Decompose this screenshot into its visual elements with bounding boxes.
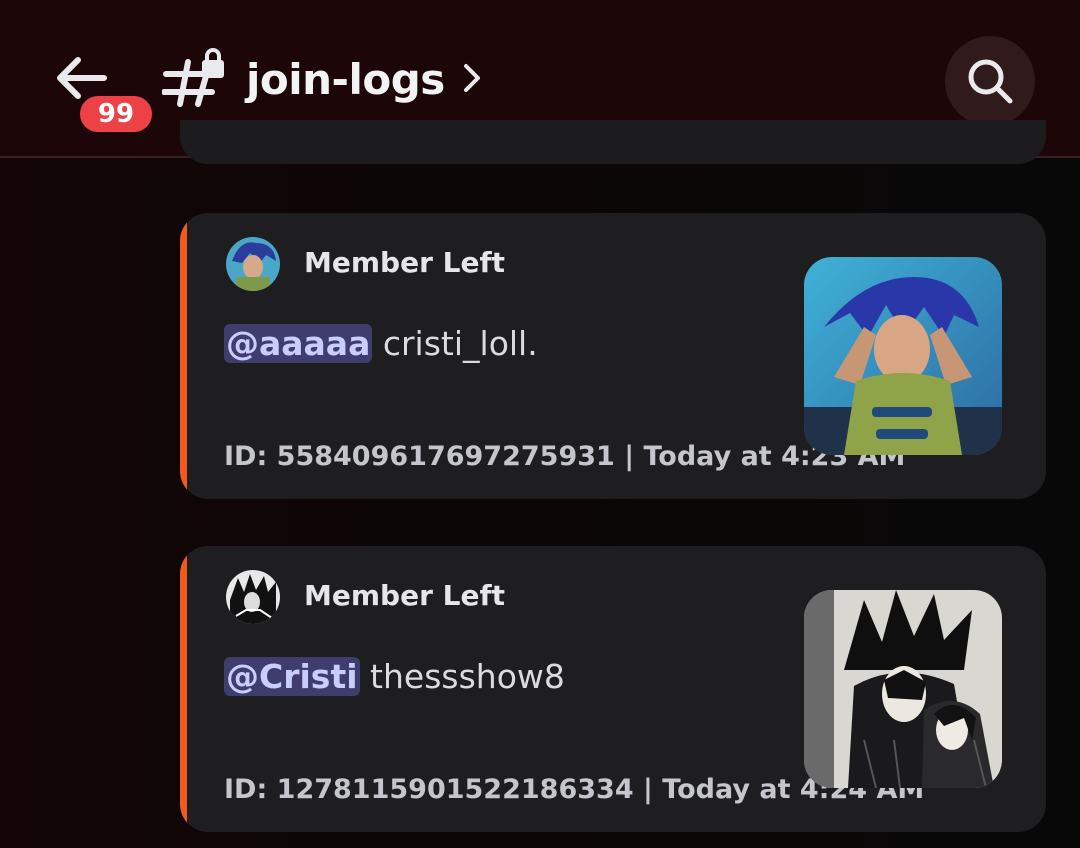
chevron-right-icon[interactable] (462, 62, 484, 94)
embed-card: Member Left @aaaaa cristi_loll. ID: 5584… (180, 213, 1046, 499)
search-button[interactable] (945, 36, 1035, 126)
embed-description: @aaaaa cristi_loll. (224, 321, 538, 367)
author-avatar[interactable] (226, 570, 280, 624)
user-mention[interactable]: @aaaaa (224, 324, 373, 363)
username-text: cristi_loll. (382, 324, 538, 363)
previous-embed-card (180, 120, 1046, 164)
unread-badge: 99 (76, 92, 156, 136)
embed-card: Member Left @Cristi thessshow8 ID: 12781… (180, 546, 1046, 832)
embed-author: Member Left (304, 579, 506, 612)
username-text: thessshow8 (370, 657, 565, 696)
user-mention[interactable]: @Cristi (224, 657, 360, 696)
embed-accent-bar (180, 213, 187, 499)
embed-accent-bar (180, 546, 187, 832)
locked-channel-icon (162, 48, 224, 107)
embed-footer: ID: 558409617697275931 | Today at 4:23 A… (224, 441, 906, 472)
embed-author: Member Left (304, 246, 506, 279)
embed-thumbnail[interactable] (804, 590, 1002, 788)
author-avatar[interactable] (226, 237, 280, 291)
search-icon (968, 59, 1013, 104)
embed-thumbnail[interactable] (804, 257, 1002, 455)
embed-description: @Cristi thessshow8 (224, 654, 565, 700)
channel-title[interactable]: join-logs (246, 50, 445, 110)
